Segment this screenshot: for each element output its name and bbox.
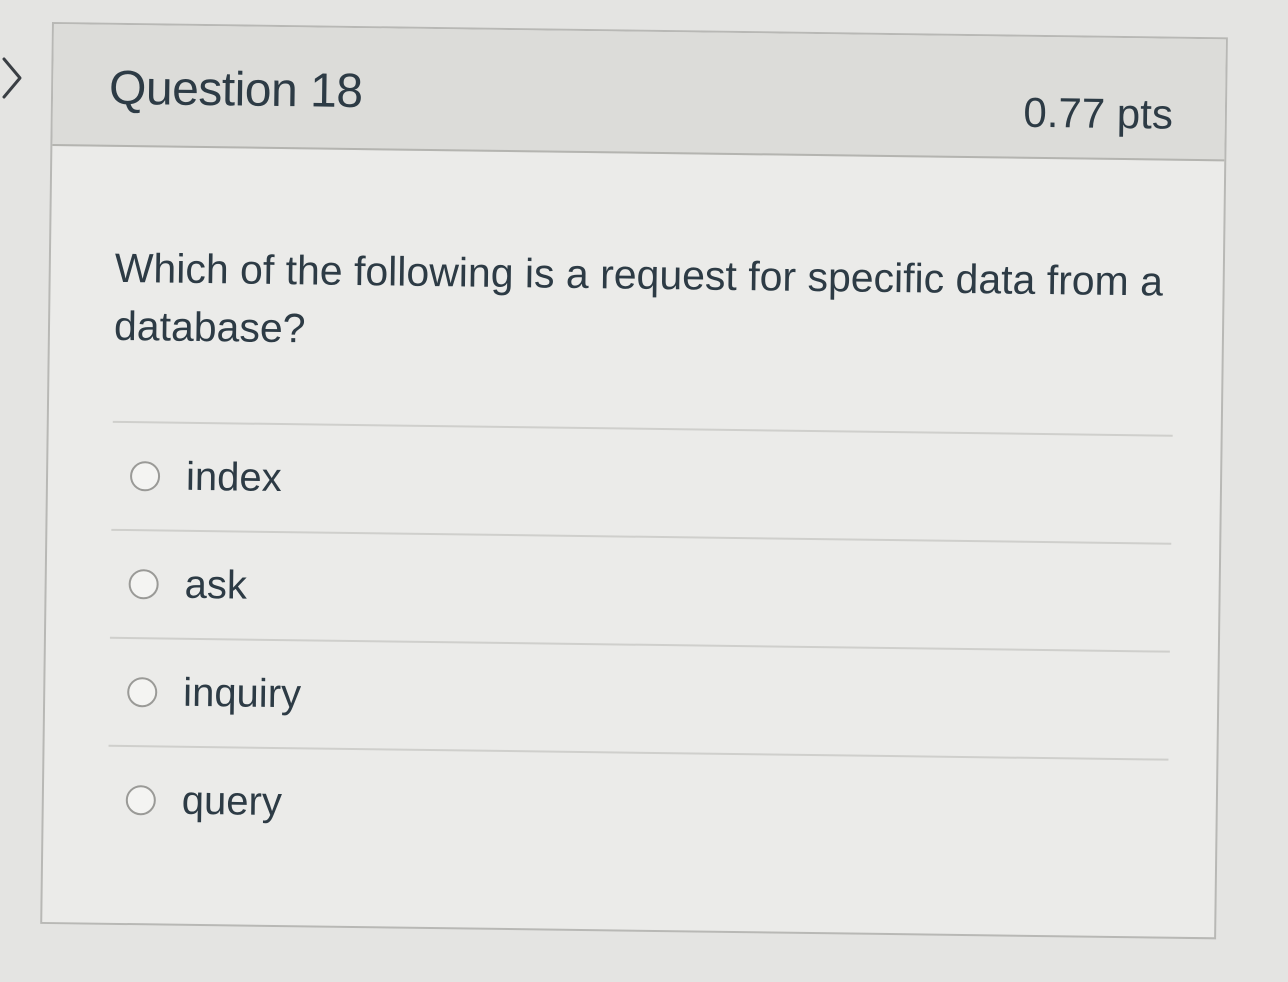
answer-option[interactable]: inquiry — [108, 636, 1170, 759]
answer-option[interactable]: query — [107, 744, 1169, 867]
answer-label: query — [181, 778, 283, 824]
answer-list: index ask inquiry query — [107, 420, 1173, 867]
question-header: Question 18 0.77 pts — [52, 24, 1226, 162]
answer-label: inquiry — [182, 670, 302, 716]
radio-button[interactable] — [125, 785, 157, 816]
answer-label: index — [185, 454, 282, 500]
question-text: Which of the following is a request for … — [113, 244, 1164, 352]
radio-button[interactable] — [127, 677, 158, 708]
chevron-right-icon[interactable] — [0, 55, 26, 101]
answer-option[interactable]: index — [111, 420, 1173, 543]
question-points: 0.77 pts — [1023, 88, 1174, 138]
question-card: Question 18 0.77 pts Which of the follow… — [40, 22, 1228, 940]
question-title: Question 18 — [108, 61, 363, 119]
radio-button[interactable] — [128, 569, 159, 600]
answer-label: ask — [184, 562, 248, 608]
radio-button[interactable] — [129, 461, 161, 492]
answer-option[interactable]: ask — [109, 528, 1172, 651]
